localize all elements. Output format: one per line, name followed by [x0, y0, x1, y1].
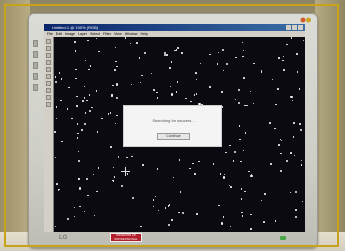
photo-frame-border: [4, 4, 339, 247]
